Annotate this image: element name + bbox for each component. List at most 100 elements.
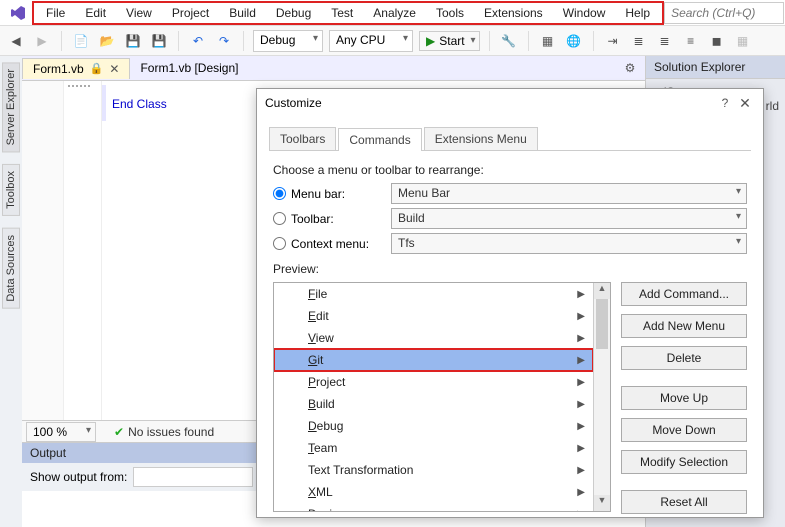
- move-up-button[interactable]: Move Up: [621, 386, 747, 410]
- play-icon: ▶: [426, 34, 435, 48]
- solution-explorer-title[interactable]: Solution Explorer: [646, 56, 785, 79]
- submenu-arrow-icon: ▶: [577, 421, 585, 432]
- start-button[interactable]: ▶ Start: [419, 31, 480, 51]
- zoom-dropdown[interactable]: 100 %: [26, 422, 96, 442]
- submenu-arrow-icon: ▶: [577, 377, 585, 388]
- customize-dialog: Customize ? ✕ Toolbars Commands Extensio…: [256, 88, 764, 518]
- app-icon[interactable]: ▦: [538, 31, 558, 51]
- doc-tab-label: Form1.vb: [33, 62, 84, 76]
- outdent-icon[interactable]: ≣: [629, 31, 649, 51]
- scroll-thumb[interactable]: [596, 299, 608, 349]
- save-icon[interactable]: 💾: [123, 31, 143, 51]
- output-source-dropdown[interactable]: [133, 467, 253, 487]
- check-icon: ✔: [114, 425, 124, 439]
- splitter-icon[interactable]: [68, 85, 92, 95]
- outline-margin: [88, 81, 102, 420]
- modify-selection-button[interactable]: Modify Selection: [621, 450, 747, 474]
- submenu-arrow-icon: ▶: [577, 355, 585, 366]
- preview-item-text-transformation[interactable]: Text Transformation▶: [274, 459, 593, 481]
- menu-debug[interactable]: Debug: [266, 3, 321, 23]
- side-tab-toolbox[interactable]: Toolbox: [2, 164, 20, 216]
- toolbar-dropdown[interactable]: Build: [391, 208, 747, 229]
- preview-list: File▶ Edit▶ View▶ Git▶ Project▶ Build▶ D…: [273, 282, 611, 512]
- menu-project[interactable]: Project: [162, 3, 219, 23]
- browser-icon[interactable]: 🌐: [564, 31, 584, 51]
- scroll-down-icon[interactable]: ▼: [594, 495, 610, 511]
- radio-context-menu[interactable]: Context menu:: [273, 237, 381, 251]
- issues-label: No issues found: [128, 425, 214, 439]
- preview-item-xml[interactable]: XML▶: [274, 481, 593, 503]
- preview-item-file[interactable]: File▶: [274, 283, 593, 305]
- menu-test[interactable]: Test: [321, 3, 363, 23]
- step-icon[interactable]: ⇥: [603, 31, 623, 51]
- preview-item-build[interactable]: Build▶: [274, 393, 593, 415]
- tool-icon[interactable]: 🔧: [499, 31, 519, 51]
- preview-item-project[interactable]: Project▶: [274, 371, 593, 393]
- radio-menu-bar[interactable]: Menu bar:: [273, 187, 381, 201]
- submenu-arrow-icon: ▶: [577, 509, 585, 512]
- dialog-title: Customize: [265, 96, 715, 110]
- code-line: End Class: [112, 97, 167, 112]
- menu-view[interactable]: View: [116, 3, 162, 23]
- config-dropdown[interactable]: Debug: [253, 30, 323, 52]
- tab-toolbars[interactable]: Toolbars: [269, 127, 336, 150]
- comment-icon[interactable]: ≡: [681, 31, 701, 51]
- bookmark-icon[interactable]: ◼: [707, 31, 727, 51]
- side-tab-data-sources[interactable]: Data Sources: [2, 228, 20, 309]
- more-icon[interactable]: ▦: [733, 31, 753, 51]
- add-command-button[interactable]: Add Command...: [621, 282, 747, 306]
- submenu-arrow-icon: ▶: [577, 487, 585, 498]
- menu-window[interactable]: Window: [553, 3, 616, 23]
- open-icon[interactable]: 📂: [97, 31, 117, 51]
- menu-build[interactable]: Build: [219, 3, 266, 23]
- radio-toolbar[interactable]: Toolbar:: [273, 212, 381, 226]
- preview-item-view[interactable]: View▶: [274, 327, 593, 349]
- issues-status[interactable]: ✔ No issues found: [114, 425, 214, 439]
- platform-dropdown[interactable]: Any CPU: [329, 30, 413, 52]
- side-tab-server-explorer[interactable]: Server Explorer: [2, 62, 20, 152]
- submenu-arrow-icon: ▶: [577, 399, 585, 410]
- add-new-menu-button[interactable]: Add New Menu: [621, 314, 747, 338]
- menu-edit[interactable]: Edit: [75, 3, 116, 23]
- scroll-up-icon[interactable]: ▲: [594, 283, 610, 299]
- context-menu-dropdown[interactable]: Tfs: [391, 233, 747, 254]
- indent-icon[interactable]: ≣: [655, 31, 675, 51]
- redo-icon[interactable]: ↷: [214, 31, 234, 51]
- move-down-button[interactable]: Move Down: [621, 418, 747, 442]
- tab-options-icon[interactable]: ⚙: [621, 61, 639, 75]
- undo-icon[interactable]: ↶: [188, 31, 208, 51]
- preview-scrollbar[interactable]: ▲ ▼: [593, 283, 610, 511]
- preview-item-design[interactable]: Design▶: [274, 503, 593, 511]
- nav-back-icon[interactable]: ◀: [6, 31, 26, 51]
- tab-extensions-menu[interactable]: Extensions Menu: [424, 127, 538, 150]
- submenu-arrow-icon: ▶: [577, 289, 585, 300]
- menu-file[interactable]: File: [36, 3, 75, 23]
- doc-tab-label: Form1.vb [Design]: [140, 61, 238, 75]
- preview-item-debug[interactable]: Debug▶: [274, 415, 593, 437]
- reset-all-button[interactable]: Reset All: [621, 490, 747, 514]
- main-menu-bar: File Edit View Project Build Debug Test …: [32, 1, 664, 25]
- menu-extensions[interactable]: Extensions: [474, 3, 553, 23]
- menu-help[interactable]: Help: [615, 3, 660, 23]
- lock-icon: 🔒: [90, 62, 104, 75]
- preview-item-team[interactable]: Team▶: [274, 437, 593, 459]
- doc-tab-inactive[interactable]: Form1.vb [Design]: [130, 58, 248, 78]
- help-icon[interactable]: ?: [715, 96, 735, 110]
- menu-bar-dropdown[interactable]: Menu Bar: [391, 183, 747, 204]
- save-all-icon[interactable]: 💾: [149, 31, 169, 51]
- submenu-arrow-icon: ▶: [577, 443, 585, 454]
- delete-button[interactable]: Delete: [621, 346, 747, 370]
- nav-fwd-icon[interactable]: ▶: [32, 31, 52, 51]
- tab-commands[interactable]: Commands: [338, 128, 421, 151]
- menu-tools[interactable]: Tools: [426, 3, 474, 23]
- close-icon[interactable]: ✕: [109, 62, 119, 76]
- preview-item-git[interactable]: Git▶: [274, 349, 593, 371]
- preview-item-edit[interactable]: Edit▶: [274, 305, 593, 327]
- close-icon[interactable]: ✕: [735, 95, 755, 112]
- new-project-icon[interactable]: 📄: [71, 31, 91, 51]
- doc-tab-active[interactable]: Form1.vb 🔒 ✕: [22, 58, 130, 79]
- output-from-label: Show output from:: [30, 470, 127, 484]
- search-input[interactable]: [664, 2, 784, 24]
- menu-analyze[interactable]: Analyze: [363, 3, 426, 23]
- preview-label: Preview:: [273, 262, 747, 276]
